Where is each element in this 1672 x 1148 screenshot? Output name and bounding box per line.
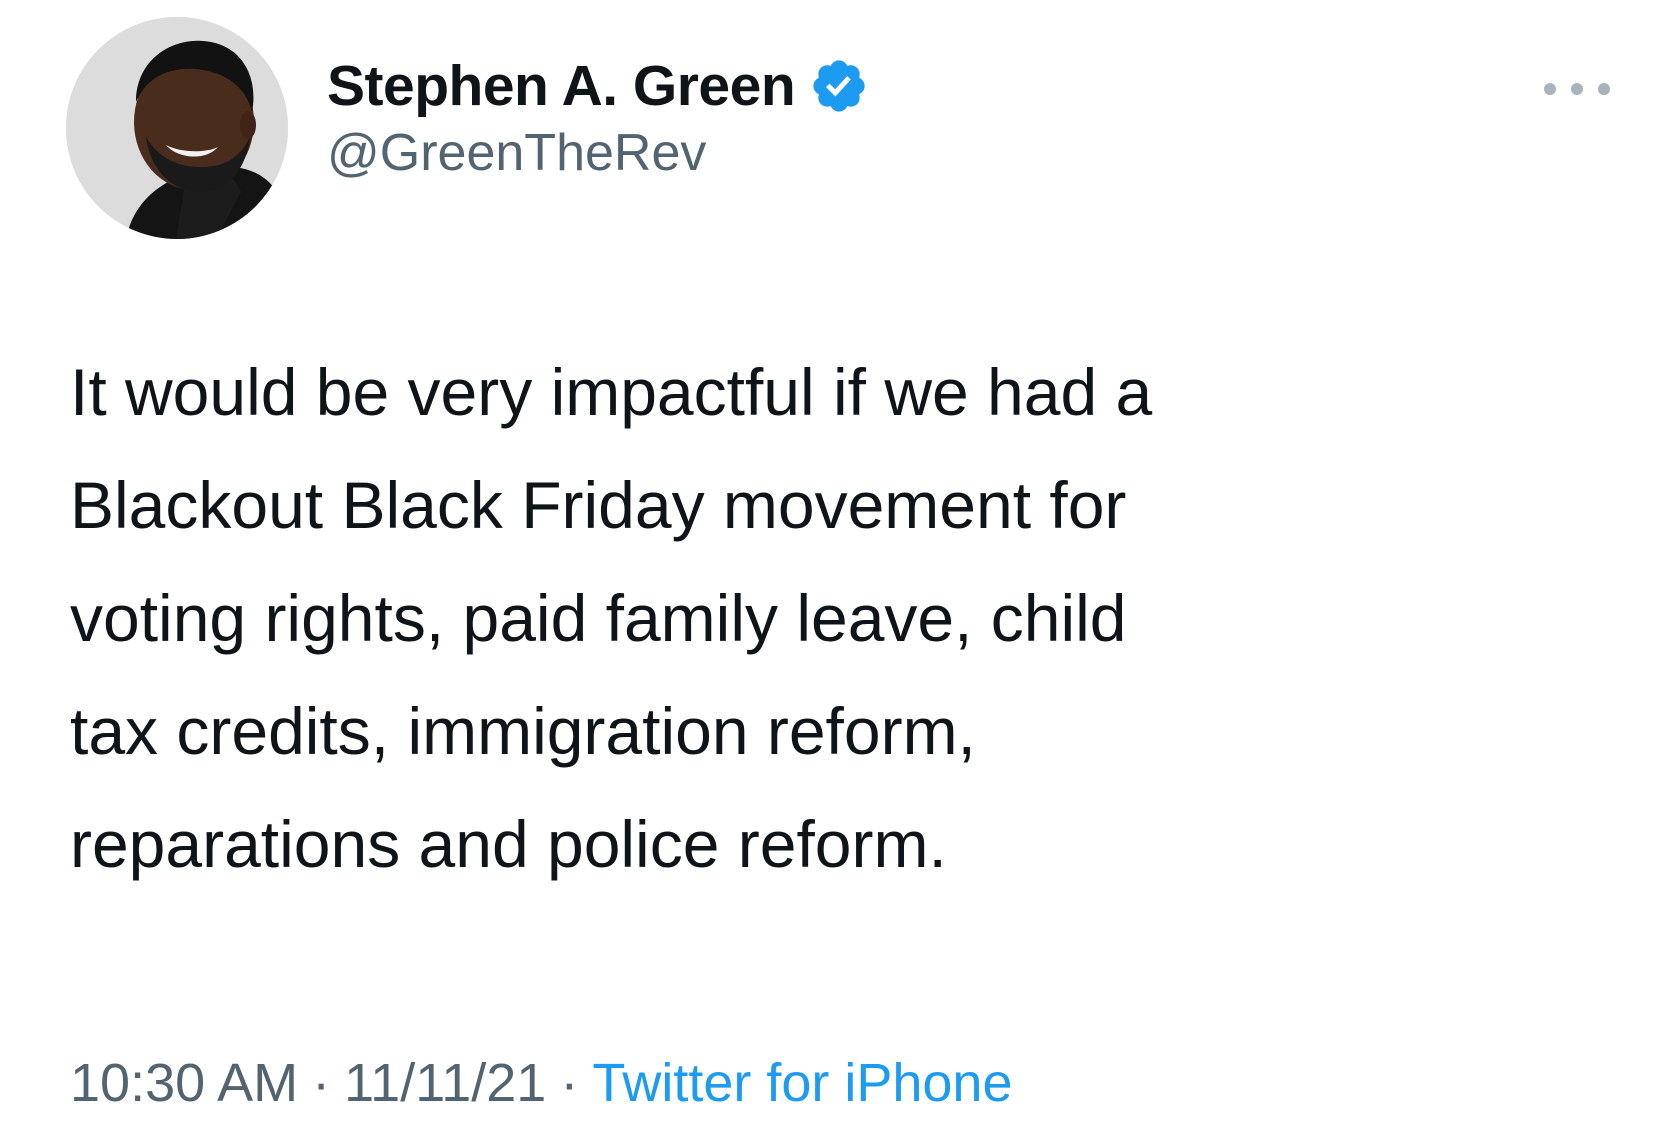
tweet-text-line: reparations and police reform. (70, 807, 947, 881)
tweet-text: It would be very impactful if we had a B… (70, 336, 1630, 901)
tweet-date[interactable]: 11/11/21 (344, 1053, 546, 1113)
meta-separator: · (560, 1053, 579, 1113)
display-name[interactable]: Stephen A. Green (327, 53, 796, 119)
tweet-text-line: Blackout Black Friday movement for (70, 468, 1127, 542)
more-dot (1571, 83, 1583, 95)
more-dot (1544, 83, 1556, 95)
tweet-meta: 10:30 AM · 11/11/21 · Twitter for iPhone (70, 1052, 1013, 1114)
tweet-text-line: tax credits, immigration reform, (70, 694, 976, 768)
tweet-time[interactable]: 10:30 AM (70, 1053, 298, 1113)
avatar[interactable] (66, 17, 288, 239)
tweet-text-line: It would be very impactful if we had a (70, 355, 1153, 429)
verified-badge-icon (809, 56, 869, 116)
more-options-icon[interactable] (1544, 77, 1610, 101)
avatar-photo (66, 17, 288, 239)
tweet-source-link[interactable]: Twitter for iPhone (592, 1053, 1012, 1113)
author-handle[interactable]: @GreenTheRev (327, 123, 869, 183)
name-row: Stephen A. Green (327, 53, 869, 119)
tweet-text-line: voting rights, paid family leave, child (70, 581, 1127, 655)
tweet-card: Stephen A. Green @GreenTheRev It would b… (0, 0, 1672, 1148)
tweet-header: Stephen A. Green @GreenTheRev (66, 17, 1626, 239)
author-block: Stephen A. Green @GreenTheRev (327, 53, 869, 183)
more-dot (1598, 83, 1610, 95)
meta-separator: · (312, 1053, 331, 1113)
